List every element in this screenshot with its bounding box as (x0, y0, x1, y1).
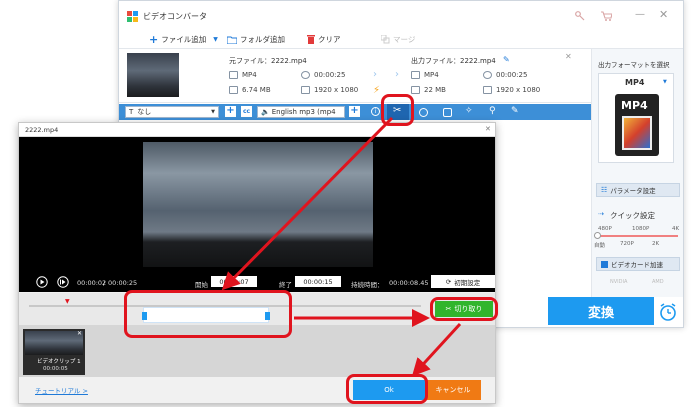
annotation-arrows (221, 116, 462, 377)
arrow-to-trim-range (221, 116, 394, 291)
arrow-to-ok-button (411, 322, 462, 377)
